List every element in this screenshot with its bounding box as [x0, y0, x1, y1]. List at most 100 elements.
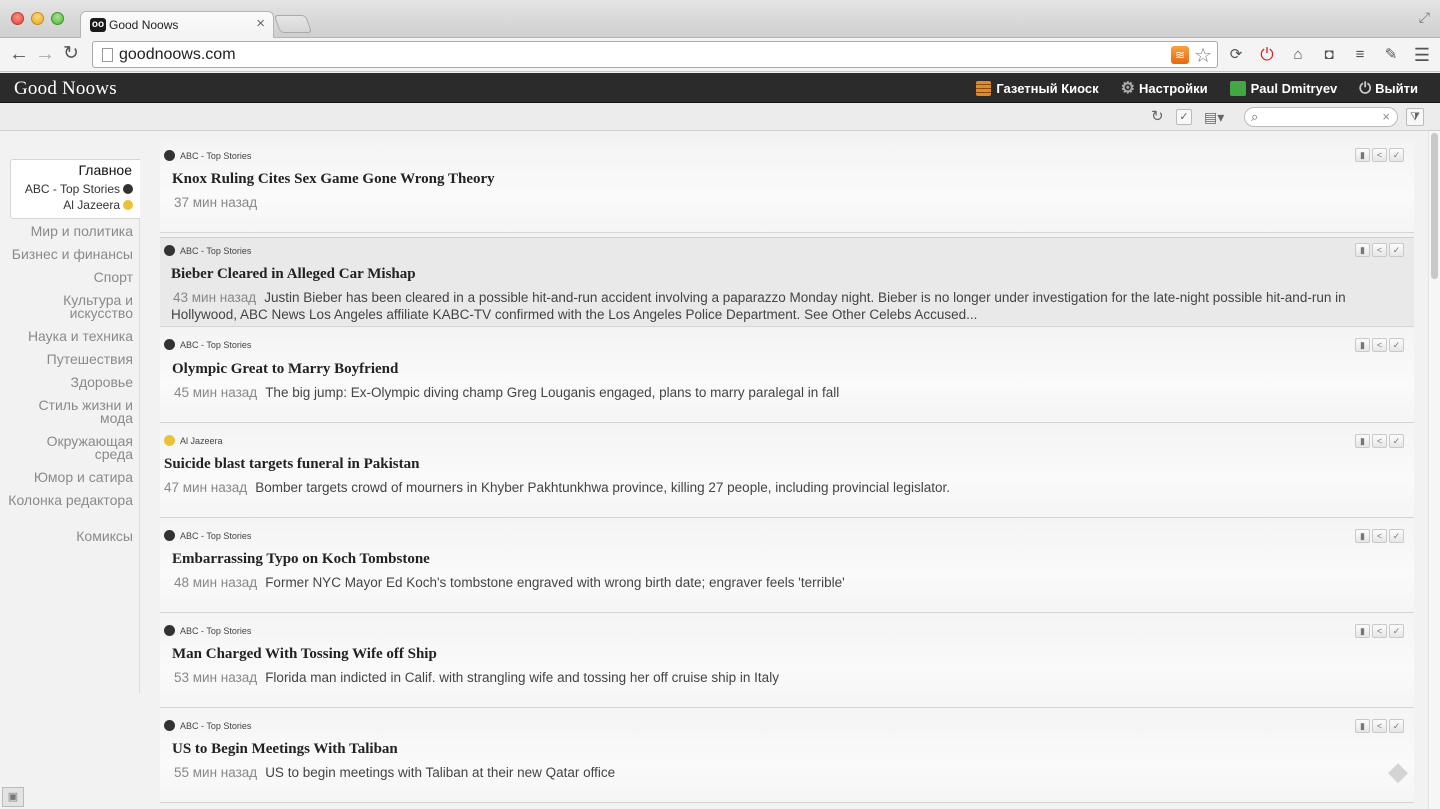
sidebar-divider: [139, 159, 140, 693]
bookmark-icon[interactable]: ▮: [1355, 148, 1370, 162]
clear-search-icon[interactable]: ×: [1382, 109, 1390, 124]
extension-adblock-icon[interactable]: ⏻: [1257, 45, 1277, 65]
item-meta: 37 мин назад: [174, 194, 1406, 211]
category-world[interactable]: Мир и политика: [5, 224, 133, 238]
reload-icon[interactable]: ↻: [63, 43, 79, 65]
category-humor[interactable]: Юмор и сатира: [5, 470, 133, 484]
bookmark-icon[interactable]: ▮: [1355, 624, 1370, 638]
nav-logout-label: Выйти: [1375, 80, 1418, 96]
nav-kiosk[interactable]: Газетный Киоск: [976, 80, 1099, 96]
item-meta: 53 мин назад Florida man indicted in Cali…: [174, 669, 1406, 686]
news-item[interactable]: ABC - Top Stories Man Charged With Tossi…: [160, 613, 1414, 708]
gear-icon: ⚙: [1120, 80, 1135, 97]
news-item[interactable]: ABC - Top Stories Bieber Cleared in Alle…: [160, 237, 1414, 327]
scroll-top-icon[interactable]: ◆: [1388, 758, 1414, 784]
category-travel[interactable]: Путешествия: [5, 352, 133, 366]
bookmark-icon[interactable]: ▮: [1355, 338, 1370, 352]
item-title[interactable]: US to Begin Meetings With Taliban: [172, 741, 398, 758]
item-time: 47 мин назад: [164, 480, 248, 495]
category-business[interactable]: Бизнес и финансы: [5, 247, 133, 261]
item-title[interactable]: Knox Ruling Cites Sex Game Gone Wrong Th…: [172, 171, 495, 188]
wrench-icon[interactable]: ✎: [1381, 45, 1401, 65]
tab-close-icon[interactable]: ×: [256, 15, 265, 32]
menu-icon[interactable]: ☰: [1412, 45, 1432, 65]
item-title[interactable]: Embarrassing Typo on Koch Tombstone: [172, 551, 430, 568]
news-item[interactable]: ABC - Top Stories US to Begin Meetings W…: [160, 708, 1414, 803]
fullscreen-icon[interactable]: ⤢: [1419, 9, 1430, 26]
category-comics[interactable]: Комиксы: [5, 529, 133, 543]
news-item[interactable]: ABC - Top Stories Embarrassing Typo on K…: [160, 518, 1414, 613]
share-icon[interactable]: <: [1372, 719, 1387, 733]
rss-icon[interactable]: ≋: [1171, 46, 1189, 64]
category-science[interactable]: Наука и техника: [5, 329, 133, 343]
browser-tab-active[interactable]: oo Good Noows ×: [80, 11, 274, 39]
item-summary: Former NYC Mayor Ed Koch's tombstone eng…: [265, 575, 845, 590]
item-meta: 45 мин назад The big jump: Ex-Olympic div…: [174, 384, 1406, 401]
item-summary: Florida man indicted in Calif. with stra…: [265, 670, 779, 685]
category-lifestyle[interactable]: Стиль жизни и мода: [5, 398, 133, 425]
feed-abc[interactable]: ABC - Top Stories: [25, 182, 133, 196]
mark-read-icon[interactable]: ✓: [1389, 243, 1404, 257]
mark-read-icon[interactable]: ✓: [1389, 719, 1404, 733]
refresh-icon[interactable]: ↻: [1151, 108, 1164, 126]
news-item[interactable]: ABC - Top Stories Knox Ruling Cites Sex …: [160, 141, 1414, 233]
news-item[interactable]: ABC - Top Stories Olympic Great to Marry…: [160, 328, 1414, 423]
search-input[interactable]: [1267, 110, 1377, 125]
category-environment[interactable]: Окружающая среда: [5, 434, 133, 461]
user-icon: [1229, 80, 1246, 96]
share-icon[interactable]: <: [1372, 434, 1387, 448]
category-culture[interactable]: Культура и искусство: [5, 293, 133, 320]
category-main[interactable]: Главное: [79, 162, 133, 178]
mark-read-icon[interactable]: ✓: [1389, 338, 1404, 352]
share-icon[interactable]: <: [1372, 624, 1387, 638]
item-title[interactable]: Olympic Great to Marry Boyfriend: [172, 361, 398, 378]
extension-layers-icon[interactable]: ≡: [1350, 45, 1370, 65]
view-mode-icon[interactable]: ▤▾: [1204, 108, 1224, 126]
nav-settings[interactable]: ⚙ Настройки: [1121, 78, 1208, 98]
mark-read-icon[interactable]: ✓: [1389, 434, 1404, 448]
category-health[interactable]: Здоровье: [5, 375, 133, 389]
search-box: ⌕ ×: [1244, 107, 1398, 127]
app-logo[interactable]: Good Noows: [14, 78, 117, 100]
bookmark-icon[interactable]: ▮: [1355, 719, 1370, 733]
minimize-window-button[interactable]: [31, 12, 44, 25]
category-editorial[interactable]: Колонка редактора: [5, 493, 133, 507]
extension-tag-icon[interactable]: ⌂: [1288, 45, 1308, 65]
forward-icon[interactable]: →: [35, 43, 55, 65]
page-scrollbar[interactable]: [1428, 131, 1440, 809]
share-icon[interactable]: <: [1372, 148, 1387, 162]
bookmark-icon[interactable]: ▮: [1355, 243, 1370, 257]
extension-sync-icon[interactable]: ⟳: [1226, 45, 1246, 65]
nav-logout[interactable]: ⏻ Выйти: [1359, 80, 1418, 97]
mark-read-icon[interactable]: ✓: [1389, 148, 1404, 162]
url-text[interactable]: goodnoows.com: [119, 46, 236, 64]
share-icon[interactable]: <: [1372, 338, 1387, 352]
share-icon[interactable]: <: [1372, 529, 1387, 543]
zoom-window-button[interactable]: [51, 12, 64, 25]
mark-read-icon[interactable]: ✓: [1389, 529, 1404, 543]
category-sport[interactable]: Спорт: [5, 270, 133, 284]
item-title[interactable]: Man Charged With Tossing Wife off Ship: [172, 646, 437, 663]
feed-aljazeera[interactable]: Al Jazeera: [63, 198, 133, 212]
bookmark-icon[interactable]: ▮: [1355, 434, 1370, 448]
share-icon[interactable]: <: [1372, 243, 1387, 257]
filter-icon[interactable]: ⧩: [1406, 108, 1424, 126]
source-label: ABC - Top Stories: [180, 150, 252, 161]
scrollbar-thumb[interactable]: [1431, 133, 1438, 279]
nav-user[interactable]: Paul Dmitryev: [1229, 80, 1337, 96]
bookmark-star-icon[interactable]: ☆: [1194, 43, 1212, 68]
extension-pocket-icon[interactable]: ◘: [1319, 45, 1339, 65]
status-corner-icon[interactable]: ▣: [2, 787, 24, 807]
new-tab-button[interactable]: [273, 15, 313, 33]
tab-title: Good Noows: [109, 18, 179, 32]
close-window-button[interactable]: [11, 12, 24, 25]
news-item[interactable]: Al Jazeera Suicide blast targets funeral…: [160, 423, 1414, 518]
address-bar[interactable]: goodnoows.com ≋ ☆: [92, 41, 1218, 68]
mark-all-read-icon[interactable]: ✓: [1176, 109, 1192, 125]
back-icon[interactable]: ←: [9, 43, 29, 65]
mark-read-icon[interactable]: ✓: [1389, 624, 1404, 638]
item-title[interactable]: Suicide blast targets funeral in Pakista…: [164, 456, 419, 473]
abc-logo-icon: [164, 245, 175, 256]
item-title[interactable]: Bieber Cleared in Alleged Car Mishap: [171, 266, 416, 283]
bookmark-icon[interactable]: ▮: [1355, 529, 1370, 543]
